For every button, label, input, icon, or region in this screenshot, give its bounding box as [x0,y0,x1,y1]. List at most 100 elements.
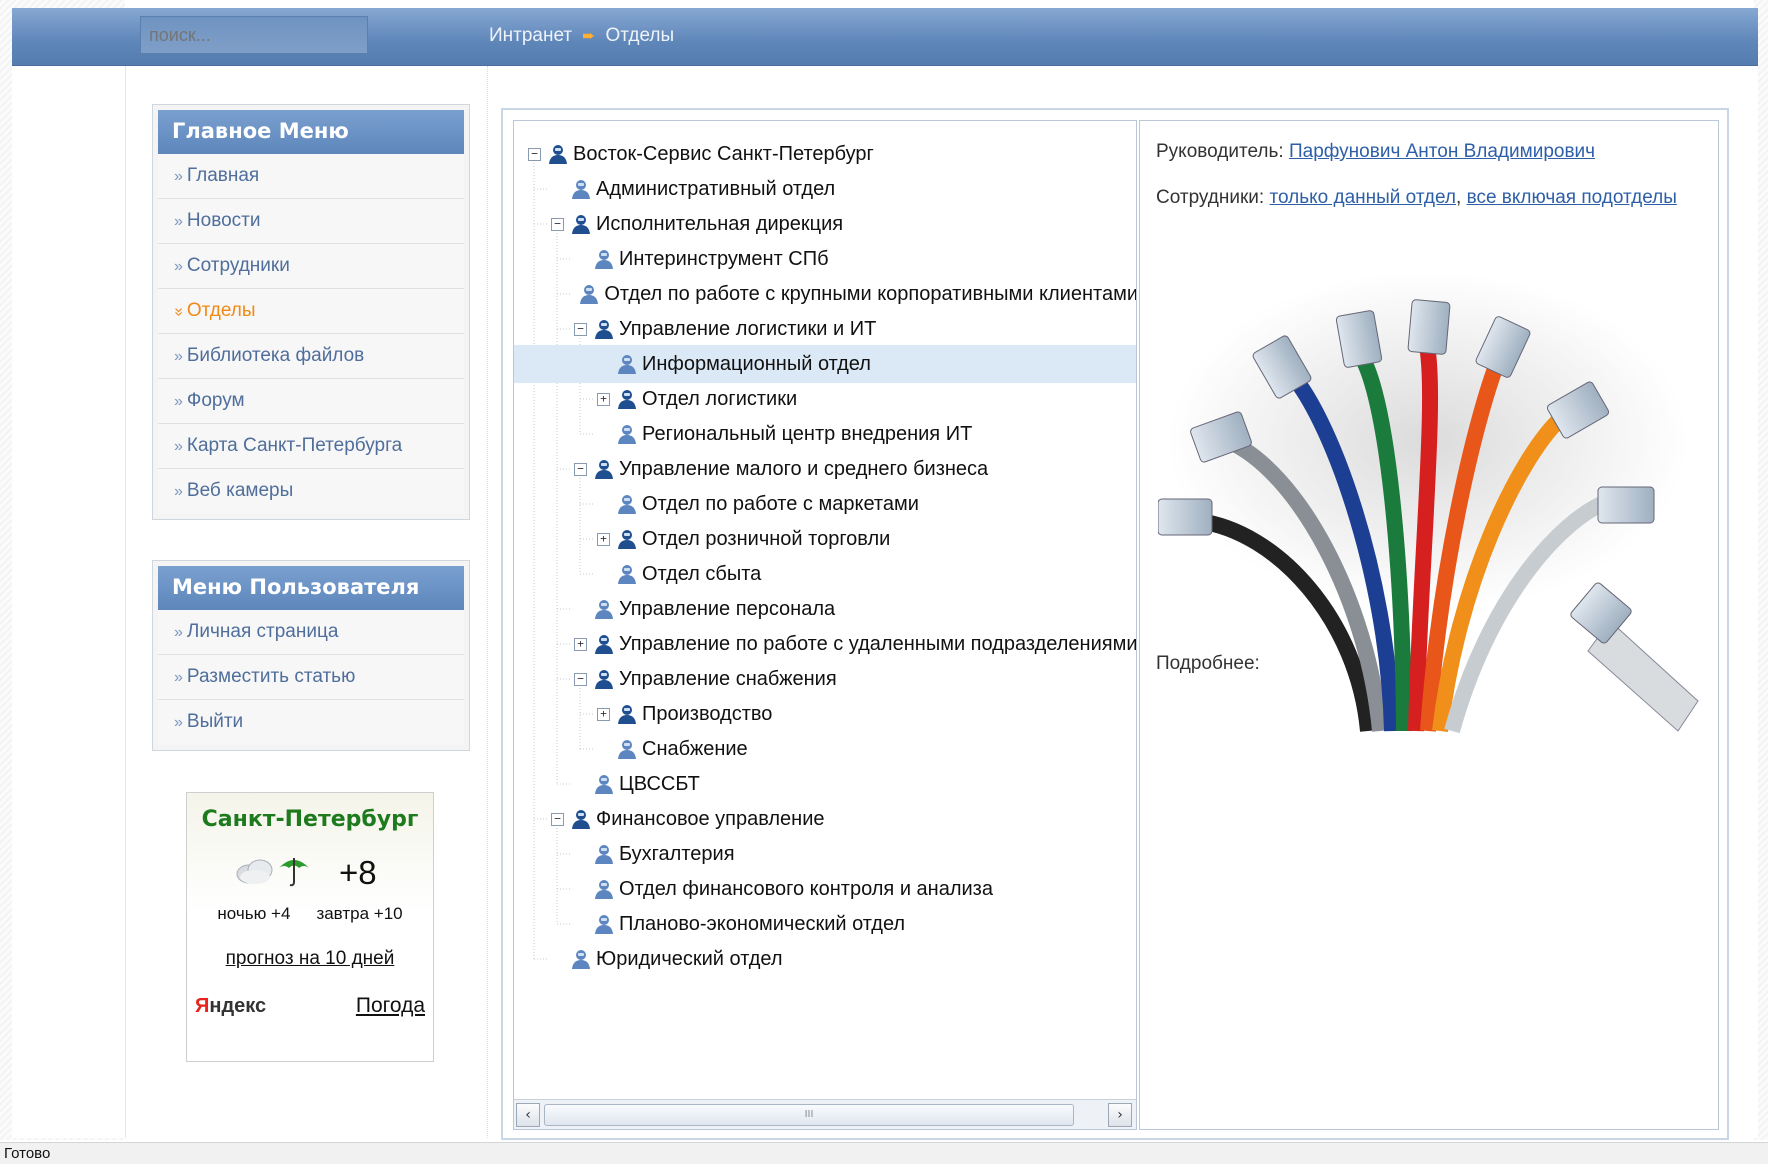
chevron-right-icon: » [174,624,183,641]
tree-node-label: Отдел по работе с крупными корпоративным… [604,282,1137,305]
department-tree: − Восток-Сервис Санкт-Петербург Администра… [513,120,1137,1130]
weather-link[interactable]: Погода [356,994,425,1018]
main-menu-item[interactable]: » Библиотека файлов [158,334,464,379]
user-group-icon [572,810,590,829]
weather-tomorrow: завтра +10 [316,904,403,923]
head-link[interactable]: Парфунович Антон Владимирович [1289,141,1595,162]
tree-node[interactable]: − Исполнительная дирекция [514,205,1136,243]
collapse-icon[interactable]: − [574,672,587,686]
main-menu-title: Главное Меню [158,110,464,154]
main-menu-item[interactable]: » Веб камеры [158,469,464,514]
head-line: Руководитель: Парфунович Антон Владимиро… [1156,141,1595,163]
collapse-icon[interactable]: − [551,217,564,231]
main-menu: Главное Меню » Главная» Новости» Сотрудники… [152,104,470,520]
status-text: Готово [4,1145,51,1162]
user-group-icon [572,215,590,234]
more-label: Подробнее: [1156,653,1260,674]
search-input[interactable] [140,16,368,54]
main-menu-item-label: Библиотека файлов [186,345,365,366]
user-icon [595,845,613,864]
user-menu-item[interactable]: » Выйти [158,700,464,745]
user-group-icon [618,390,636,409]
staff-all-subdepartments-link[interactable]: все включая подотделы [1467,187,1677,208]
main-menu-item[interactable]: »Отделы [158,289,464,334]
tree-node[interactable]: ЦВССБТ [514,765,1136,803]
tree-node[interactable]: + Управление по работе с удаленными подра… [514,625,1137,663]
user-menu-item-label: Личная страница [186,621,339,642]
expand-icon[interactable]: + [597,532,610,546]
tree-node[interactable]: + Производство [514,695,1136,733]
main-menu-item[interactable]: » Главная [158,154,464,199]
tree-node-label: Отдел логистики [642,387,798,410]
tree-node[interactable]: Снабжение [514,730,1136,768]
main-menu-item[interactable]: » Карта Санкт-Петербурга [158,424,464,469]
tree-node[interactable]: − Управление логистики и ИТ [514,310,1136,348]
chevron-right-icon: » [174,168,183,185]
collapse-icon[interactable]: − [528,147,541,161]
user-menu: Меню Пользователя » Личная страница» Разме… [152,560,470,751]
user-icon [618,740,636,759]
scrollbar-thumb[interactable]: III [544,1104,1074,1126]
tree-node[interactable]: Планово-экономический отдел [514,905,1136,943]
tree-node[interactable]: + Отдел розничной торговли [514,520,1136,558]
main-menu-item-label: Веб камеры [186,480,294,501]
collapse-icon[interactable]: − [574,462,587,476]
expand-icon[interactable]: + [597,707,610,721]
status-bar: Готово [0,1142,1768,1164]
tree-node-label: Управление малого и среднего бизнеса [619,457,989,480]
tree-node[interactable]: + Отдел логистики [514,380,1136,418]
tree-node-label: Управление логистики и ИТ [619,317,877,340]
breadcrumb-root[interactable]: Интранет [489,25,572,47]
tree-node[interactable]: Юридический отдел [514,940,1136,978]
user-group-icon [618,530,636,549]
tree-node-label: ЦВССБТ [619,772,700,795]
staff-this-department-link[interactable]: только данный отдел [1269,187,1456,208]
main-menu-item[interactable]: » Форум [158,379,464,424]
tree-node[interactable]: Административный отдел [514,170,1136,208]
tree-node[interactable]: Управление персонала [514,590,1136,628]
breadcrumb: Интранет ➨ Отделы [489,25,674,47]
yandex-logo[interactable]: Яндекс [195,995,266,1018]
tree-node[interactable]: − Финансовое управление [514,800,1136,838]
expand-icon[interactable]: + [574,637,587,651]
tree-node-label: Планово-экономический отдел [619,912,906,935]
main-menu-item-label: Новости [186,210,261,231]
user-menu-item[interactable]: » Разместить статью [158,655,464,700]
tree-node[interactable]: Отдел сбыта [514,555,1136,593]
tree-node[interactable]: − Управление снабжения [514,660,1136,698]
chevron-right-icon: » [174,258,183,275]
user-menu-item[interactable]: » Личная страница [158,610,464,655]
scroll-left-button[interactable]: ‹ [516,1103,540,1127]
tree-node[interactable]: Отдел финансового контроля и анализа [514,870,1136,908]
main-menu-item-label: Форум [186,390,245,411]
tree-node[interactable]: Интеринструмент СПб [514,240,1136,278]
user-group-icon [595,320,613,339]
tree-node-label: Бухгалтерия [619,842,735,865]
collapse-icon[interactable]: − [551,812,564,826]
tree-node[interactable]: Региональный центр внедрения ИТ [514,415,1136,453]
tree-node-label: Отдел сбыта [642,562,762,585]
horizontal-scrollbar[interactable]: ‹ III › [514,1099,1136,1129]
scroll-right-button[interactable]: › [1108,1103,1132,1127]
ten-day-forecast-link[interactable]: прогноз на 10 дней [187,948,433,970]
tree-node-label: Управление снабжения [619,667,837,690]
tree-node[interactable]: − Восток-Сервис Санкт-Петербург [514,135,1136,173]
main-menu-item[interactable]: » Сотрудники [158,244,464,289]
tree-node[interactable]: Информационный отдел [514,345,1136,383]
tree-node-label: Региональный центр внедрения ИТ [642,422,973,445]
tree-node[interactable]: Бухгалтерия [514,835,1136,873]
tree-node-label: Восток-Сервис Санкт-Петербург [573,142,874,165]
user-icon [618,565,636,584]
main-menu-item[interactable]: » Новости [158,199,464,244]
tree-node-label: Отдел по работе с маркетами [642,492,919,515]
cloud-icon [236,859,273,884]
tree-node-label: Интеринструмент СПб [619,247,829,270]
tree-node[interactable]: Отдел по работе с крупными корпоративным… [514,275,1137,313]
tree-node-label: Управление по работе с удаленными подраз… [619,632,1137,655]
user-icon [595,915,613,934]
collapse-icon[interactable]: − [574,322,587,336]
main-menu-item-label: Сотрудники [186,255,290,276]
expand-icon[interactable]: + [597,392,610,406]
tree-node[interactable]: − Управление малого и среднего бизнеса [514,450,1136,488]
tree-node[interactable]: Отдел по работе с маркетами [514,485,1136,523]
